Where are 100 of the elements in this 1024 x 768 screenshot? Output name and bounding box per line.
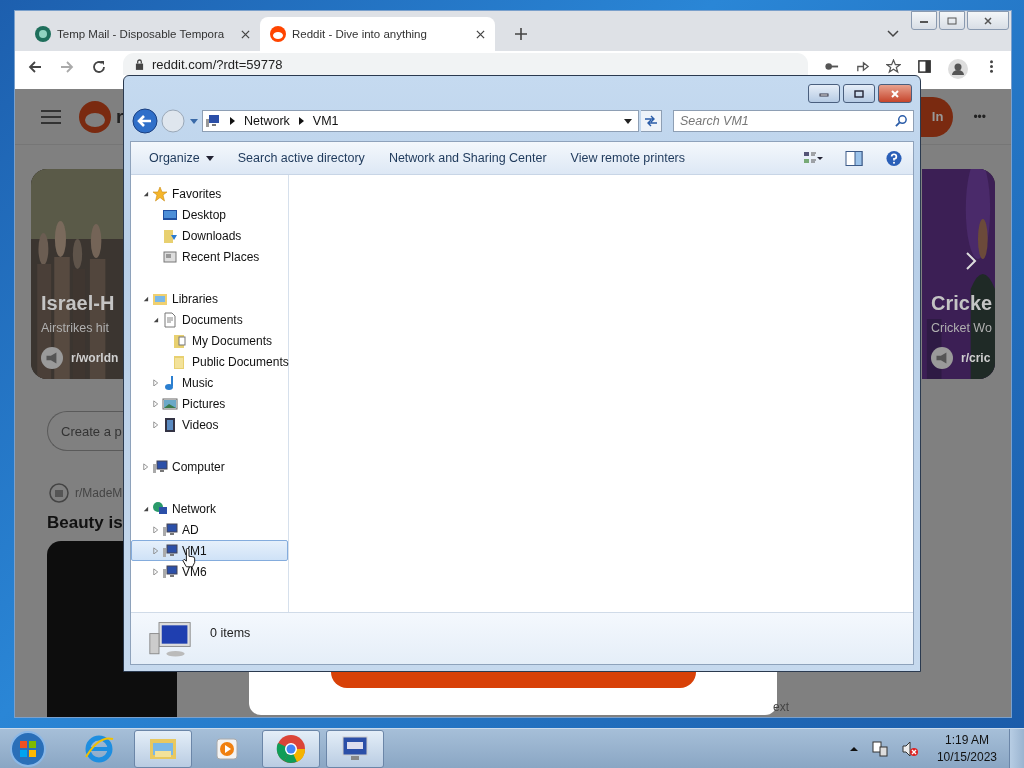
share-icon[interactable] — [855, 59, 870, 74]
tree-item[interactable]: Desktop — [131, 204, 288, 225]
tree-item[interactable]: Music — [131, 372, 288, 393]
more-menu[interactable]: ••• — [973, 109, 986, 124]
taskbar-app[interactable] — [134, 729, 192, 768]
side-panel-icon[interactable] — [917, 59, 932, 74]
close-button[interactable] — [967, 11, 1009, 30]
address-bar[interactable]: reddit.com/?rdt=59778 — [123, 53, 808, 75]
refresh-button[interactable] — [641, 110, 662, 132]
dropdown-icon[interactable] — [624, 118, 632, 124]
preview-pane-icon[interactable] — [845, 149, 863, 167]
expanded-arrow-icon[interactable] — [142, 295, 149, 302]
help-icon[interactable] — [885, 149, 903, 167]
reddit-logo-icon — [270, 26, 286, 42]
network-icon[interactable] — [870, 739, 889, 758]
computer-icon — [162, 542, 178, 559]
maximize-button[interactable] — [843, 84, 875, 103]
document-folder-icon — [172, 332, 188, 349]
close-button[interactable] — [878, 84, 912, 103]
tree-item[interactable]: Computer — [131, 456, 288, 477]
tree-item[interactable]: AD — [131, 519, 288, 540]
browser-tab[interactable]: Reddit - Dive into anything — [260, 17, 495, 51]
minimize-button[interactable] — [808, 84, 840, 103]
post-title[interactable]: Beauty is — [47, 513, 123, 533]
collapsed-arrow-icon[interactable] — [152, 379, 159, 386]
community-avatar-icon — [41, 347, 63, 369]
site-logo-icon — [35, 26, 51, 42]
taskbar-app[interactable] — [262, 729, 320, 768]
chevron-right-icon[interactable] — [965, 251, 977, 271]
close-tab-icon[interactable] — [476, 29, 485, 39]
profile-avatar-icon[interactable] — [948, 59, 968, 79]
start-button[interactable] — [8, 728, 48, 768]
card-subtitle: Cricket Wo — [931, 321, 993, 335]
toolbar-button[interactable]: View remote printers — [558, 142, 697, 174]
computer-icon — [152, 458, 168, 475]
toolbar-button[interactable]: Search active directory — [225, 142, 377, 174]
show-hidden-icons[interactable] — [848, 745, 859, 752]
star-icon — [152, 185, 168, 202]
reddit-logo-icon[interactable] — [79, 100, 111, 133]
search-icon[interactable] — [895, 114, 908, 127]
breadcrumb[interactable]: VM1 — [312, 114, 339, 128]
card-title: Cricke — [931, 292, 993, 315]
tree-item[interactable]: My Documents — [131, 330, 288, 351]
chevron-down-icon[interactable] — [887, 30, 899, 38]
tree-item[interactable]: Recent Places — [131, 246, 288, 267]
collapsed-arrow-icon[interactable] — [152, 421, 159, 428]
view-options-icon[interactable] — [803, 150, 823, 166]
back-icon[interactable] — [132, 108, 158, 134]
collapsed-arrow-icon[interactable] — [152, 400, 159, 407]
community-name[interactable]: r/cric — [961, 351, 991, 365]
reload-icon[interactable] — [91, 59, 107, 75]
expanded-arrow-icon[interactable] — [142, 190, 149, 197]
clock-time[interactable]: 1:19 AM — [944, 731, 989, 749]
taskbar-app[interactable] — [326, 729, 384, 768]
refresh-icon — [644, 115, 658, 127]
close-icon — [983, 16, 993, 25]
close-tab-icon[interactable] — [241, 29, 250, 39]
tree-item[interactable]: Public Documents — [131, 351, 288, 372]
volume-muted-icon[interactable] — [900, 739, 919, 758]
news-card[interactable]: Israel-H Airstrikes hit r/worldn — [31, 169, 124, 379]
caret-icon — [205, 155, 214, 161]
chevron-right-icon[interactable] — [298, 117, 304, 125]
browser-tab[interactable]: Temp Mail - Disposable Tempora — [25, 17, 260, 51]
computer-icon — [162, 563, 178, 580]
star-icon[interactable] — [886, 59, 901, 74]
back-icon[interactable] — [27, 59, 43, 75]
tree-item[interactable]: Videos — [131, 414, 288, 435]
tree-item[interactable]: Documents — [131, 309, 288, 330]
minimize-button[interactable] — [911, 11, 937, 30]
collapsed-arrow-icon[interactable] — [152, 568, 159, 575]
network-globe-icon — [152, 500, 168, 517]
restore-icon — [854, 89, 864, 98]
breadcrumb[interactable]: Network — [244, 114, 290, 128]
expanded-arrow-icon[interactable] — [152, 316, 159, 323]
tree-item[interactable]: Downloads — [131, 225, 288, 246]
collapsed-arrow-icon[interactable] — [152, 526, 159, 533]
news-card[interactable]: Cricke Cricket Wo r/cric — [922, 169, 995, 379]
item-count: 0 items — [210, 626, 251, 640]
show-desktop-button[interactable] — [1009, 728, 1024, 768]
tree-item[interactable]: Pictures — [131, 393, 288, 414]
collapsed-arrow-icon[interactable] — [142, 463, 149, 470]
close-icon — [890, 89, 900, 98]
computer-icon — [148, 620, 192, 660]
tree-item[interactable]: Libraries — [131, 288, 288, 309]
search-field[interactable]: Search VM1 — [673, 110, 914, 132]
tree-item[interactable]: VM6 — [131, 561, 288, 582]
clock-date[interactable]: 10/15/2023 — [936, 748, 997, 766]
toolbar-button[interactable]: Network and Sharing Center — [376, 142, 559, 174]
toolbar-button[interactable]: Organize — [137, 142, 226, 174]
recent-pages-icon[interactable] — [190, 118, 198, 124]
chevron-right-icon[interactable] — [230, 117, 235, 125]
card-subtitle: Airstrikes hit — [41, 321, 111, 335]
expanded-arrow-icon[interactable] — [142, 505, 149, 512]
address-bar[interactable]: Network VM1 — [202, 110, 639, 132]
recent-places-icon — [162, 248, 178, 265]
tree-item[interactable]: Favorites — [131, 183, 288, 204]
tree-item[interactable]: Network — [131, 498, 288, 519]
restore-icon — [947, 16, 957, 25]
community-name[interactable]: r/worldn — [71, 351, 119, 365]
new-tab-icon[interactable] — [515, 28, 527, 40]
